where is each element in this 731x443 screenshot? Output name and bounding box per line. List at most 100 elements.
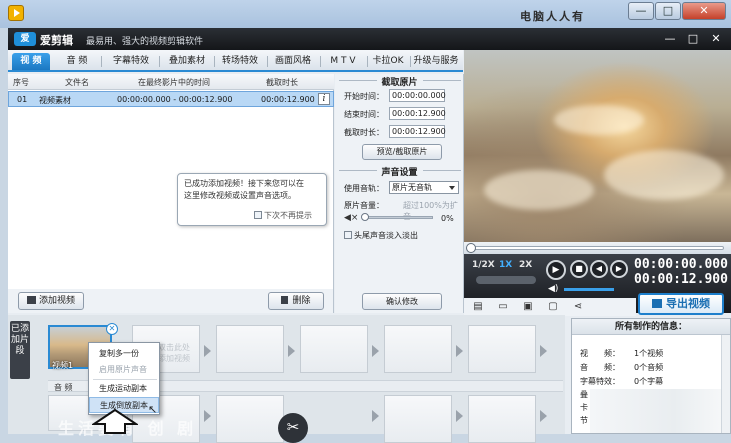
- audio-track-label: 音 频: [54, 383, 73, 392]
- row-filename: 视频素材: [39, 96, 71, 105]
- confirm-modify-button[interactable]: 确认修改: [362, 293, 442, 310]
- export-icon: [652, 299, 662, 308]
- outer-minimize-button[interactable]: —: [628, 2, 654, 20]
- checkbox-icon: [254, 211, 262, 219]
- col-time-in-movie: 在最终影片中的时间: [138, 78, 210, 87]
- folder-icon[interactable]: ▭: [497, 301, 509, 312]
- tab-mtv[interactable]: M T V: [321, 53, 365, 70]
- menu-item-motion-copy[interactable]: 生成运动副本: [89, 381, 159, 397]
- speaker-mute-icon[interactable]: ◀×: [344, 213, 358, 223]
- speed-1x-button[interactable]: 1X: [499, 260, 512, 270]
- no-remind-checkbox[interactable]: 下次不再提示: [254, 210, 312, 222]
- cut-section-title: 截取原片: [381, 78, 418, 88]
- share-icon[interactable]: ⋖: [572, 301, 584, 312]
- empty-clip-slot[interactable]: [216, 325, 284, 373]
- empty-clip-slot[interactable]: [300, 325, 368, 373]
- timeline: 已添加片段 双击此处 添加视频 视频1 ✕ 音 频 生活要有 创 剧 复制多一份: [8, 315, 565, 443]
- tab-upgrade-service[interactable]: 升级与服务: [411, 53, 461, 70]
- outer-close-button[interactable]: ✕: [682, 2, 726, 20]
- chevron-right-icon: [540, 345, 547, 357]
- fade-in-out-checkbox[interactable]: 头尾声音淡入淡出: [344, 230, 418, 241]
- info-scrollbar[interactable]: [721, 335, 730, 433]
- tab-transitions[interactable]: 转场特效: [215, 53, 265, 70]
- seek-bar[interactable]: [464, 242, 731, 254]
- added-clips-tag: 已添加片段: [10, 321, 30, 379]
- chevron-right-icon: [456, 345, 463, 357]
- next-frame-icon[interactable]: ▶: [610, 260, 628, 278]
- row-index: 01: [17, 95, 28, 104]
- play-icon[interactable]: ▶: [546, 260, 566, 280]
- speed-half-button[interactable]: 1/2X: [472, 260, 495, 270]
- preview-cloud: [554, 105, 644, 135]
- outer-maximize-button[interactable]: □: [655, 2, 681, 20]
- preview-cloud: [604, 150, 724, 200]
- outer-app-icon[interactable]: [8, 5, 24, 21]
- app-minimize-button[interactable]: —: [663, 32, 677, 46]
- chevron-right-icon: [372, 410, 379, 422]
- empty-clip-slot[interactable]: [384, 395, 452, 443]
- tab-separator: [159, 56, 160, 67]
- menu-item-duplicate[interactable]: 复制多一份: [89, 346, 159, 362]
- clip-label: 视频1: [52, 361, 74, 370]
- chevron-right-icon: [288, 345, 295, 357]
- cut-duration-label: 截取时长：: [344, 128, 384, 137]
- stop-icon[interactable]: ■: [570, 260, 588, 278]
- delete-label: 删除: [292, 296, 311, 306]
- speed-slider[interactable]: [476, 276, 536, 284]
- col-duration: 截取时长: [266, 78, 298, 87]
- empty-clip-slot[interactable]: [216, 395, 284, 443]
- screenshot-icon[interactable]: ▢: [547, 301, 559, 312]
- seek-track[interactable]: [470, 246, 724, 250]
- app-maximize-button[interactable]: □: [686, 32, 700, 46]
- menu-item-enable-original-sound[interactable]: 启用原片声音: [89, 362, 159, 378]
- tab-subtitle-effects[interactable]: 字幕特效: [106, 53, 156, 70]
- add-film-icon: [26, 296, 36, 304]
- cut-duration-input[interactable]: 00:00:12.900: [389, 125, 446, 138]
- remove-clip-icon[interactable]: ✕: [106, 323, 118, 335]
- app-title-bar: 爱 爱剪辑 最易用、强大的视频剪辑软件 — □ ✕: [8, 28, 731, 50]
- film-icon[interactable]: ▤: [472, 301, 484, 312]
- clip-list: 序号 文件名 在最终影片中的时间 截取时长 01 视频素材 00:00:00.0…: [8, 74, 334, 289]
- seek-handle[interactable]: [466, 243, 476, 253]
- empty-clip-slot[interactable]: [468, 395, 536, 443]
- clip-list-header: 序号 文件名 在最终影片中的时间 截取时长: [8, 74, 334, 90]
- mouse-cursor-icon: ↖: [148, 403, 158, 416]
- empty-clip-slot[interactable]: [468, 325, 536, 373]
- scissors-icon[interactable]: ✂: [278, 413, 308, 443]
- chevron-right-icon: [456, 410, 463, 422]
- player-volume-slider[interactable]: [564, 288, 614, 291]
- volume-icon[interactable]: ◀): [548, 284, 558, 294]
- tab-picture-style[interactable]: 画面风格: [268, 53, 318, 70]
- tab-video[interactable]: 视 频: [12, 53, 50, 70]
- preview-cut-button[interactable]: 预览/截取原片: [362, 144, 442, 160]
- app-close-button[interactable]: ✕: [709, 32, 723, 46]
- total-time: 00:00:12.900: [634, 272, 728, 287]
- add-video-button[interactable]: 添加视频: [18, 292, 84, 310]
- start-time-input[interactable]: 00:00:00.000: [389, 89, 446, 102]
- end-time-input[interactable]: 00:00:12.900: [389, 107, 446, 120]
- empty-clip-slot[interactable]: [384, 325, 452, 373]
- tab-audio[interactable]: 音 频: [58, 53, 96, 70]
- table-row[interactable]: 01 视频素材 00:00:00.000 - 00:00:12.900 00:0…: [8, 91, 334, 107]
- save-icon[interactable]: ▣: [522, 301, 534, 312]
- cut-settings-panel: 截取原片 开始时间： 00:00:00.000 结束时间： 00:00:12.9…: [335, 74, 464, 313]
- add-video-hint: 双击此处 添加视频: [158, 343, 190, 363]
- app-name: 爱剪辑: [40, 34, 73, 47]
- volume-slider[interactable]: [363, 216, 433, 219]
- info-karaoke-key: 卡: [580, 403, 588, 412]
- info-overlay-key: 叠: [580, 390, 588, 399]
- info-icon[interactable]: i: [318, 93, 330, 105]
- up-arrow-icon: [92, 408, 138, 434]
- tab-karaoke[interactable]: 卡拉OK: [368, 53, 408, 70]
- speed-2x-button[interactable]: 2X: [519, 260, 532, 270]
- tab-overlay[interactable]: 叠加素材: [162, 53, 212, 70]
- chevron-right-icon: [540, 410, 547, 422]
- sound-section-title: 声音设置: [381, 168, 418, 178]
- video-preview[interactable]: [464, 50, 731, 242]
- volume-slider-handle[interactable]: [361, 213, 369, 221]
- delete-button[interactable]: 删除: [268, 292, 324, 310]
- volume-percent: 0%: [441, 214, 454, 223]
- export-video-button[interactable]: 导出视频: [638, 293, 724, 315]
- prev-frame-icon[interactable]: ◀: [590, 260, 608, 278]
- audio-track-select[interactable]: 原片无音轨: [389, 181, 459, 194]
